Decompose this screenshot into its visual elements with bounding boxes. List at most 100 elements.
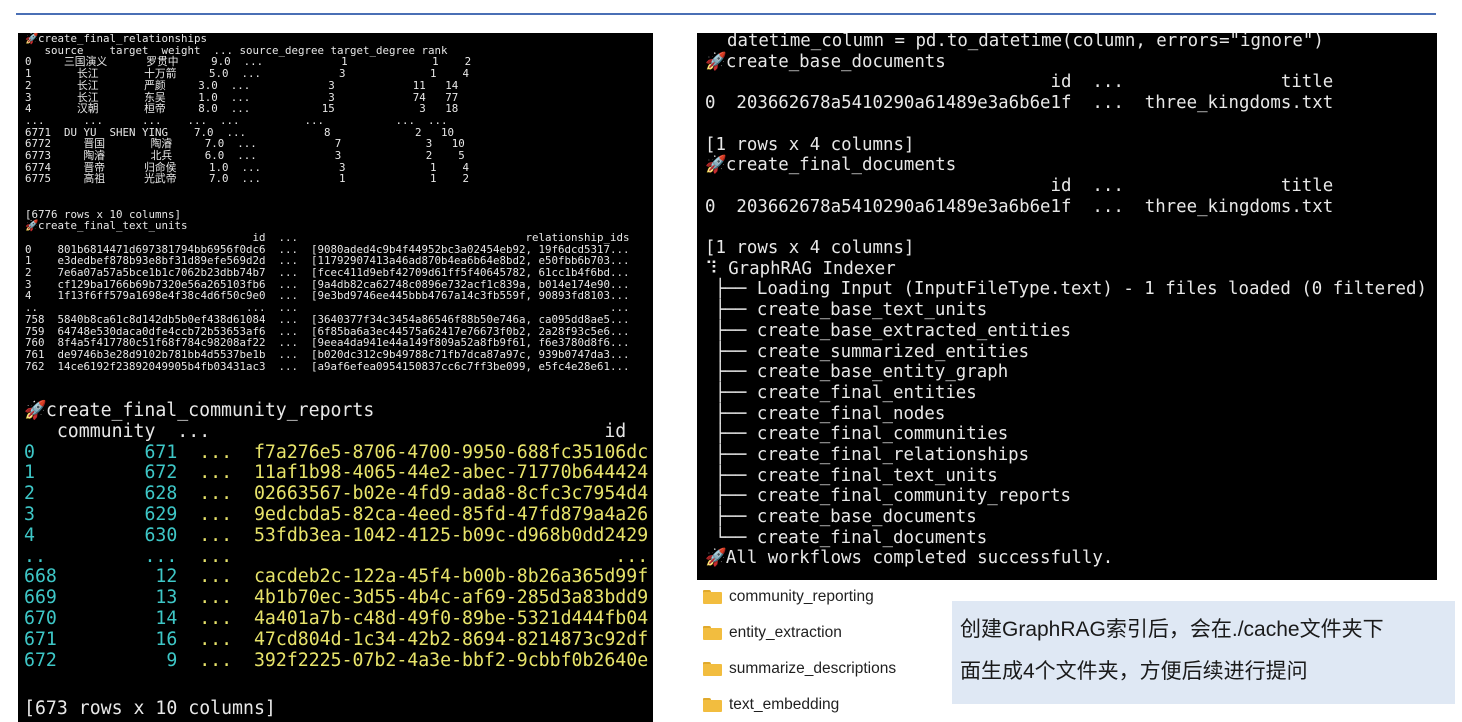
text-units-header: id ... relationship_ids: [25, 230, 630, 244]
code-line: datetime_column = pd.to_datetime(column,…: [727, 33, 1324, 51]
folder-icon: [703, 698, 722, 712]
folder-text-embedding[interactable]: text_embedding: [703, 694, 839, 716]
folder-community-reporting[interactable]: community_reporting: [703, 586, 874, 608]
indexer-step: ├── create_final_text_units: [715, 465, 998, 486]
indexer-step: ├── create_final_nodes: [715, 403, 946, 424]
ellipsis: ...: [177, 524, 254, 546]
indexer-step: ├── create_final_communities: [715, 424, 1009, 445]
report-id: ...: [253, 545, 649, 567]
report-id: 47cd804d-1c34-42b2-8694-8214873c92df: [253, 628, 649, 650]
report-id: 53fdb3ea-1042-4125-b09c-d968b0dd2429: [253, 524, 649, 546]
folder-icon: [703, 590, 722, 604]
community-report-row: 670 14 ... 4a401a7b-c48d-49f0-89be-5321d…: [24, 608, 649, 630]
ellipsis: ...: [177, 483, 254, 505]
row-index: 3: [24, 504, 68, 525]
text-unit-row: 762 14ce6192f23892049905b4fb03431ac3 ...…: [25, 359, 630, 373]
community-value: 13: [67, 587, 178, 609]
ellipsis: ...: [177, 628, 254, 650]
relationship-row: ... ... ... ... ... ... ... ...: [25, 113, 448, 127]
folder-summarize-descriptions[interactable]: summarize_descriptions: [703, 658, 896, 680]
row-index: 671: [24, 628, 68, 650]
folder-icon: [703, 626, 722, 640]
indexer-step: ├── create_final_relationships: [715, 445, 1030, 465]
community-report-row: 4 630 ... 53fdb3ea-1042-4125-b09c-d968b0…: [24, 524, 649, 547]
community-value: ...: [67, 545, 178, 567]
indexer-title: ⠹ GraphRAG Indexer: [705, 258, 896, 279]
indexer-step: ├── create_final_entities: [715, 382, 977, 403]
row-index: ..: [24, 545, 68, 567]
row-index: 670: [24, 608, 68, 629]
terminal-relationships-textunits: 🚀create_final_relationships source targe…: [18, 33, 653, 399]
rocket-icon: 🚀: [24, 400, 47, 421]
community-report-row: 0 671 ... f7a276e5-8706-4700-9950-688fc3…: [24, 441, 649, 464]
relationship-row: 6773 陶濬 北兵 6.0 ... 3 2 5: [25, 149, 465, 162]
top-rule: [16, 13, 1436, 15]
indexer-step: ├── create_final_community_reports: [715, 486, 1071, 507]
base-documents-summary: [1 rows x 4 columns]: [705, 134, 915, 155]
text-unit-row: 2 7e6a07a57a5bce1b1c7062b23dbb74b7 ... […: [25, 266, 630, 279]
ellipsis: ...: [177, 441, 254, 463]
rocket-icon: 🚀: [705, 51, 727, 72]
community-report-row: 3 629 ... 9edcbda5-82ca-4eed-85fd-47fd87…: [24, 504, 649, 526]
folder-name: text_embedding: [729, 696, 840, 713]
final-documents-row: 0 203662678a5410290a61489e3a6b6e1f ... t…: [705, 196, 1334, 217]
report-id: 02663567-b02e-4fd9-ada8-8cfc3c7954d4: [253, 483, 649, 505]
community-value: 14: [67, 608, 178, 629]
ellipsis: ...: [177, 566, 254, 588]
title-final-relationships: 🚀create_final_relationships: [25, 33, 207, 45]
completion-message: 🚀All workflows completed successfully.: [705, 548, 1114, 568]
community-reports-summary: [673 rows x 10 columns]: [24, 698, 276, 719]
community-value: 628: [67, 483, 178, 505]
indexer-step: ├── create_base_text_units: [715, 300, 988, 321]
community-reports-header: community ... id: [24, 420, 627, 442]
indexer-step: ├── create_summarized_entities: [715, 341, 1030, 362]
title-base-documents: 🚀create_base_documents: [705, 51, 946, 72]
terminal-indexer: datetime_column = pd.to_datetime(column,…: [697, 33, 1437, 580]
explanation-note: 创建GraphRAG索引后，会在./cache文件夹下 面生成4个文件夹，方便后…: [952, 601, 1455, 704]
indexer-step: ├── create_base_entity_graph: [715, 362, 1009, 383]
ellipsis: ...: [177, 649, 254, 671]
text-unit-row: 758 5840b8ca61c8d142db5b0ef438d61084 ...…: [25, 312, 630, 326]
ellipsis: ...: [177, 462, 254, 484]
indexer-step: ├── create_base_documents: [715, 507, 977, 528]
ellipsis: ...: [177, 504, 254, 525]
indexer-step: ├── create_base_extracted_entities: [715, 320, 1071, 341]
base-documents-header: id ... title: [705, 72, 1334, 93]
report-id: 4a401a7b-c48d-49f0-89be-5321d444fb04: [253, 608, 649, 629]
report-id: 4b1b70ec-3d55-4b4c-af69-285d3a83bdd9: [253, 587, 649, 609]
title-community-reports: 🚀create_final_community_reports: [24, 400, 375, 421]
report-id: 9edcbda5-82ca-4eed-85fd-47fd879a4a26: [253, 504, 649, 525]
report-id: cacdeb2c-122a-45f4-b00b-8b26a365d99f: [253, 566, 649, 588]
text-unit-row: 761 de9746b3e28d9102b781bb4d5537be1b ...…: [25, 347, 630, 361]
community-value: 12: [67, 566, 178, 588]
final-documents-summary: [1 rows x 4 columns]: [705, 238, 915, 258]
community-report-row: 668 12 ... cacdeb2c-122a-45f4-b00b-8b26a…: [24, 566, 649, 588]
folder-name: entity_extraction: [729, 624, 842, 641]
ellipsis: ...: [177, 587, 254, 609]
base-documents-row: 0 203662678a5410290a61489e3a6b6e1f ... t…: [705, 93, 1334, 114]
community-value: 9: [67, 649, 178, 671]
relationship-row: 2 长江 严颜 3.0 ... 3 11 14: [25, 78, 459, 92]
community-report-row: 2 628 ... 02663567-b02e-4fd9-ada8-8cfc3c…: [24, 483, 649, 505]
row-index: 2: [24, 483, 68, 505]
report-id: f7a276e5-8706-4700-9950-688fc35106dc: [253, 441, 649, 463]
community-value: 671: [67, 441, 178, 463]
community-report-row: 671 16 ... 47cd804d-1c34-42b2-8694-82148…: [24, 628, 649, 651]
report-id: 11af1b98-4065-44e2-abec-71770b644424: [253, 462, 649, 484]
indexer-step: ├── Loading Input (InputFileType.text) -…: [715, 279, 1427, 300]
community-report-row: 672 9 ... 392f2225-07b2-4a3e-bbf2-9cbbf0…: [24, 649, 648, 672]
row-index: 1: [24, 462, 68, 484]
community-value: 16: [67, 628, 178, 650]
folder-entity-extraction[interactable]: entity_extraction: [703, 622, 842, 644]
note-line-2: 面生成4个文件夹，方便后续进行提问: [960, 660, 1308, 683]
row-index: 4: [24, 524, 68, 546]
ellipsis: ...: [177, 545, 254, 567]
community-report-row: .. ... ... ...: [24, 545, 649, 568]
folder-name: summarize_descriptions: [729, 660, 897, 677]
row-index: 669: [24, 587, 68, 609]
rocket-icon: 🚀: [705, 155, 727, 176]
note-line-1: 创建GraphRAG索引后，会在./cache文件夹下: [960, 618, 1384, 641]
folder-name: community_reporting: [729, 588, 874, 605]
rocket-icon: 🚀: [25, 33, 39, 45]
final-documents-header: id ... title: [705, 175, 1334, 196]
